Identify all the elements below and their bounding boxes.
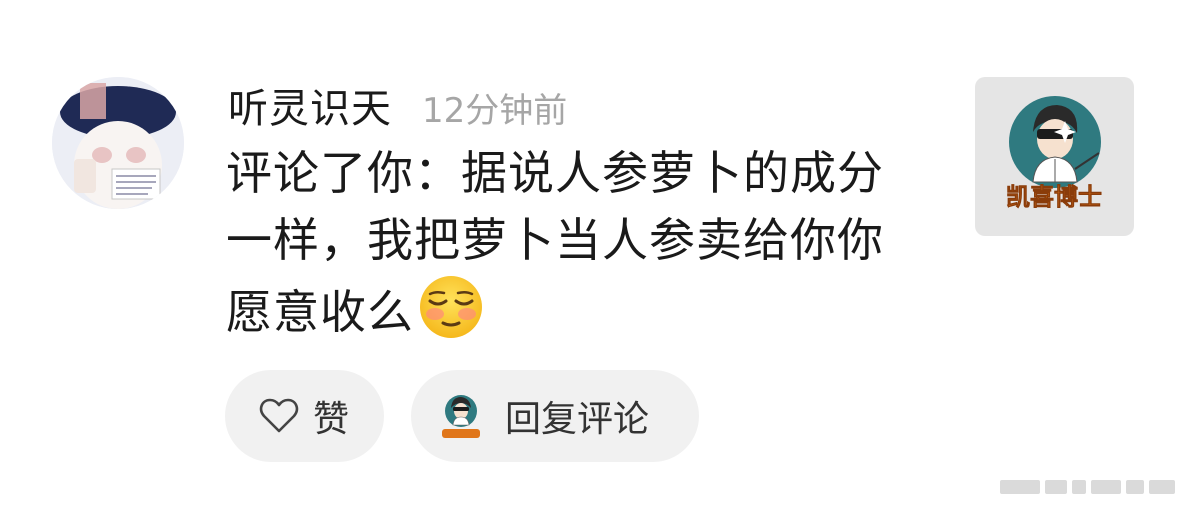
reply-label: 回复评论 xyxy=(505,399,650,440)
timestamp: 12分钟前 xyxy=(422,91,568,131)
like-label: 赞 xyxy=(313,399,350,440)
comment-text: 评论了你：据说人参萝卜的成分一样，我把萝卜当人参卖给你你愿意收么 xyxy=(226,146,884,339)
like-button[interactable]: 赞 xyxy=(225,370,384,462)
reply-comment-button[interactable]: 回复评论 xyxy=(411,370,699,462)
relieved-face-emoji xyxy=(418,274,484,358)
comment-text-block: 评论了你：据说人参萝卜的成分一样，我把萝卜当人参卖给你你愿意收么 xyxy=(226,140,926,358)
thumbnail-logo-text: 凯喜博士 xyxy=(1006,183,1102,211)
commenter-avatar[interactable] xyxy=(52,77,184,209)
heart-outline-icon xyxy=(259,398,299,434)
comment-header: 听灵识天 12分钟前 xyxy=(228,76,567,132)
watermark-decoration xyxy=(1000,479,1180,495)
my-avatar-icon xyxy=(439,391,483,441)
original-post-thumbnail[interactable]: 凯喜博士 xyxy=(975,77,1134,236)
username[interactable]: 听灵识天 xyxy=(228,76,392,134)
